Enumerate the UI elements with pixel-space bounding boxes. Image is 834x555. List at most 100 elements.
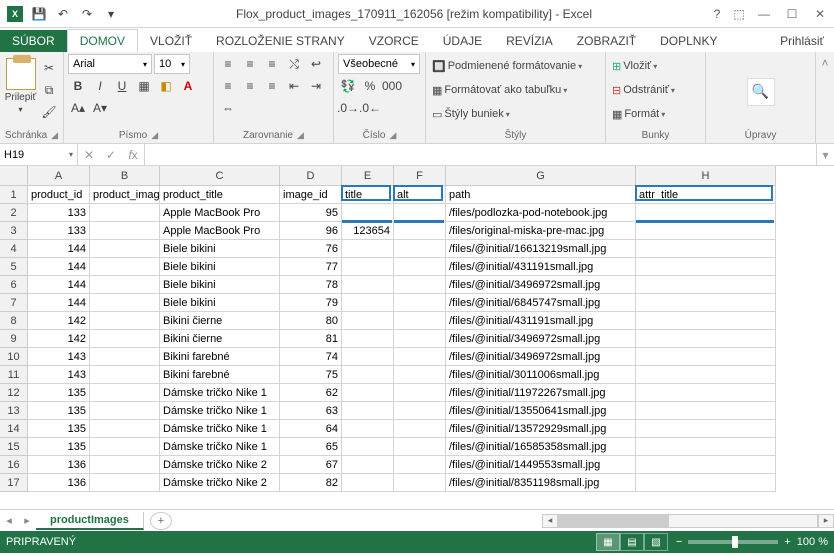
cell[interactable]: 96 — [280, 222, 342, 240]
ribbon-tab[interactable]: ZOBRAZIŤ — [565, 30, 648, 52]
cancel-formula-icon[interactable]: ✕ — [78, 148, 100, 162]
zoom-out-button[interactable]: − — [676, 536, 682, 548]
cell[interactable]: 76 — [280, 240, 342, 258]
cell[interactable] — [342, 294, 394, 312]
hscroll-track[interactable] — [558, 514, 818, 528]
cell[interactable]: Dámske tričko Nike 2 — [160, 456, 280, 474]
ribbon-tab[interactable]: DOPLNKY — [648, 30, 729, 52]
formula-input[interactable] — [145, 144, 816, 165]
cell[interactable] — [394, 294, 446, 312]
ribbon-tab[interactable]: REVÍZIA — [494, 30, 565, 52]
cell[interactable] — [342, 204, 394, 222]
cell[interactable] — [394, 222, 446, 240]
cell[interactable]: 82 — [280, 474, 342, 492]
cell[interactable]: 135 — [28, 384, 90, 402]
cell[interactable]: Dámske tričko Nike 1 — [160, 384, 280, 402]
cell[interactable] — [636, 204, 776, 222]
hscroll-left[interactable]: ◂ — [542, 514, 558, 528]
cell[interactable] — [90, 222, 160, 240]
cell[interactable] — [636, 276, 776, 294]
expand-formula-bar-icon[interactable]: ▾ — [816, 144, 834, 165]
format-cells-button[interactable]: ▦Formát▾ — [610, 104, 701, 124]
number-format-combo[interactable]: Všeobecné▾ — [338, 54, 420, 74]
cell[interactable]: /files/@initial/431191small.jpg — [446, 312, 636, 330]
row-header[interactable]: 13 — [0, 402, 28, 420]
cell[interactable] — [90, 276, 160, 294]
cell[interactable] — [342, 384, 394, 402]
align-bottom-icon[interactable]: ≡ — [262, 54, 282, 74]
cell[interactable] — [342, 348, 394, 366]
clipboard-dialog-launcher[interactable]: ◢ — [51, 130, 58, 141]
cell[interactable] — [636, 240, 776, 258]
cell[interactable]: Dámske tričko Nike 1 — [160, 402, 280, 420]
sheet-nav-prev[interactable]: ◂ — [0, 514, 18, 527]
cell[interactable] — [342, 474, 394, 492]
percent-format-icon[interactable]: % — [360, 76, 380, 96]
comma-format-icon[interactable]: 000 — [382, 76, 402, 96]
cell[interactable]: 144 — [28, 276, 90, 294]
border-button[interactable]: ▦ — [134, 76, 154, 96]
row-header[interactable]: 14 — [0, 420, 28, 438]
row-header[interactable]: 17 — [0, 474, 28, 492]
cell[interactable]: Apple MacBook Pro — [160, 222, 280, 240]
increase-decimal-icon[interactable]: .0→ — [338, 98, 358, 118]
row-header[interactable]: 12 — [0, 384, 28, 402]
row-header[interactable]: 7 — [0, 294, 28, 312]
cell[interactable] — [394, 366, 446, 384]
cell[interactable]: Bikini farebné — [160, 348, 280, 366]
cell[interactable] — [394, 420, 446, 438]
cell[interactable] — [394, 312, 446, 330]
cell[interactable]: 144 — [28, 240, 90, 258]
sign-in-link[interactable]: Prihlásiť — [770, 30, 834, 52]
column-header[interactable]: D — [280, 166, 342, 186]
worksheet-grid[interactable]: ABCDEFGH1product_idproduct_image_idprodu… — [0, 166, 834, 509]
cell[interactable] — [342, 312, 394, 330]
column-header[interactable]: F — [394, 166, 446, 186]
cell[interactable]: /files/@initial/16613219small.jpg — [446, 240, 636, 258]
cell[interactable]: Bikini čierne — [160, 330, 280, 348]
cell[interactable]: 63 — [280, 402, 342, 420]
cell[interactable] — [636, 294, 776, 312]
cell[interactable]: title — [342, 186, 394, 204]
cell[interactable]: /files/@initial/3496972small.jpg — [446, 348, 636, 366]
cell[interactable]: 144 — [28, 294, 90, 312]
cell[interactable] — [90, 402, 160, 420]
cell[interactable]: /files/@initial/6845747small.jpg — [446, 294, 636, 312]
cell[interactable]: 133 — [28, 222, 90, 240]
delete-cells-button[interactable]: ⊟Odstrániť▾ — [610, 80, 701, 100]
redo-icon[interactable]: ↷ — [76, 3, 98, 25]
save-icon[interactable]: 💾 — [28, 3, 50, 25]
cell[interactable]: 142 — [28, 312, 90, 330]
row-header[interactable]: 15 — [0, 438, 28, 456]
row-header[interactable]: 10 — [0, 348, 28, 366]
collapse-ribbon-icon[interactable]: ˄ — [816, 52, 834, 143]
merge-center-icon[interactable]: ⇔ — [218, 98, 238, 118]
row-header[interactable]: 8 — [0, 312, 28, 330]
row-header[interactable]: 1 — [0, 186, 28, 204]
cell[interactable] — [342, 402, 394, 420]
cell[interactable]: Biele bikini — [160, 240, 280, 258]
cell[interactable] — [394, 474, 446, 492]
cell[interactable]: attr_title — [636, 186, 776, 204]
font-color-button[interactable]: A — [178, 76, 198, 96]
ribbon-tab[interactable]: DOMOV — [67, 29, 138, 52]
cell[interactable]: 144 — [28, 258, 90, 276]
cell[interactable]: 80 — [280, 312, 342, 330]
cell[interactable] — [394, 348, 446, 366]
cell[interactable]: /files/@initial/11972267small.jpg — [446, 384, 636, 402]
paste-button[interactable]: Prilepiť ▾ — [4, 54, 37, 125]
cell[interactable]: 143 — [28, 348, 90, 366]
name-box[interactable]: H19▾ — [0, 144, 78, 165]
cell[interactable]: product_image_id — [90, 186, 160, 204]
undo-icon[interactable]: ↶ — [52, 3, 74, 25]
cell[interactable]: 78 — [280, 276, 342, 294]
conditional-formatting-button[interactable]: 🔲Podmienené formátovanie▾ — [430, 56, 601, 76]
cell[interactable]: 65 — [280, 438, 342, 456]
cell[interactable] — [636, 402, 776, 420]
wrap-text-icon[interactable]: ↩ — [306, 54, 326, 74]
row-header[interactable]: 9 — [0, 330, 28, 348]
cell[interactable] — [636, 330, 776, 348]
ribbon-tab[interactable]: ROZLOŽENIE STRANY — [204, 30, 357, 52]
enter-formula-icon[interactable]: ✓ — [100, 148, 122, 162]
cell[interactable] — [90, 366, 160, 384]
